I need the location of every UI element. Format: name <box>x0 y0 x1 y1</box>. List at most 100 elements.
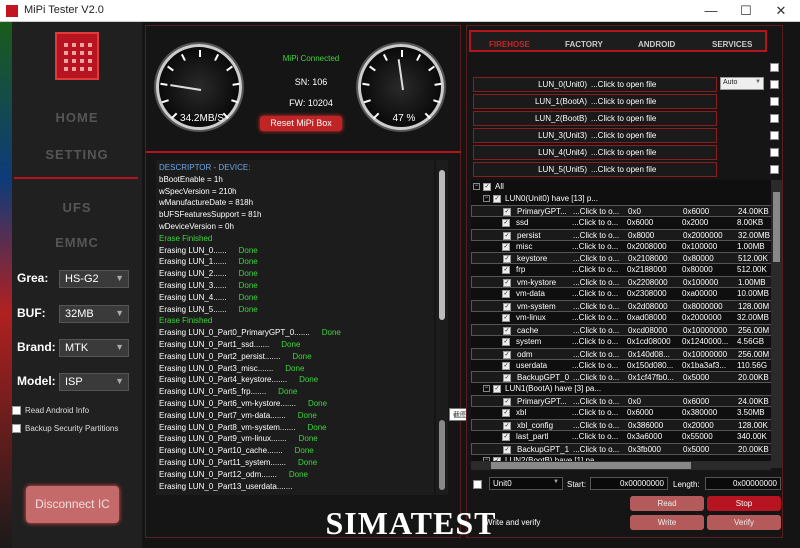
log-scroll-thumb[interactable] <box>439 170 445 320</box>
partition-row[interactable]: ✓ BackupGPT_1 ...Click to o... 0x3fb000 0x50… <box>471 442 772 455</box>
buf-select[interactable]: 32MB ▼ <box>59 305 129 323</box>
tree-checkbox[interactable]: ✓ <box>493 194 501 203</box>
partition-checkbox[interactable]: ✓ <box>503 279 511 288</box>
partition-row[interactable]: ✓ vm-data ...Click to o... 0x2308000 0xa0000… <box>471 288 772 300</box>
partition-row[interactable]: ✓ xbl_config ...Click to o... 0x386000 0x200… <box>471 419 772 431</box>
read-button[interactable]: Read <box>630 496 704 511</box>
reset-mipi-box-button[interactable]: Reset MiPi Box <box>260 116 342 131</box>
log-scroll-thumb-lower[interactable] <box>439 420 445 490</box>
partition-checkbox[interactable]: ✓ <box>503 398 511 407</box>
nav-home[interactable]: HOME <box>12 110 142 125</box>
partition-checkbox[interactable]: ✓ <box>503 303 511 311</box>
partition-row[interactable]: ✓ PrimaryGPT... ...Click to o... 0x0 0x6000 2… <box>471 204 772 217</box>
partition-checkbox[interactable]: ✓ <box>502 337 510 346</box>
partition-checkbox[interactable]: ✓ <box>503 326 511 335</box>
auto-select[interactable]: Auto ▼ <box>720 77 764 90</box>
partition-checkbox[interactable]: ✓ <box>503 207 511 216</box>
partition-checkbox[interactable]: ✓ <box>502 313 510 322</box>
tree-hscroll-thumb[interactable] <box>491 462 691 469</box>
lun-checkbox[interactable] <box>770 80 779 89</box>
model-select[interactable]: ISP ▼ <box>59 373 129 391</box>
minimize-button[interactable]: — <box>700 2 722 20</box>
partition-checkbox[interactable]: ✓ <box>503 422 511 430</box>
partition-checkbox[interactable]: ✓ <box>502 266 510 275</box>
lun-file-path[interactable]: ...Click to open file <box>587 146 656 159</box>
collapse-icon[interactable]: − <box>473 183 480 190</box>
lun-file-path[interactable]: ...Click to open file <box>587 163 656 176</box>
lun-file-path[interactable]: ...Click to open file <box>587 95 656 108</box>
bottom-checkbox[interactable] <box>473 480 482 489</box>
partition-file[interactable]: ...Click to o... <box>573 350 619 359</box>
partition-checkbox[interactable]: ✓ <box>502 218 510 227</box>
tree-vscroll-thumb[interactable] <box>773 192 780 262</box>
log-scrollbar[interactable] <box>436 160 448 495</box>
disconnect-ic-button[interactable]: Disconnect IC <box>26 486 119 523</box>
partition-file[interactable]: ...Click to o... <box>573 445 619 454</box>
partition-file[interactable]: ...Click to o... <box>572 337 618 346</box>
length-field[interactable]: 0x00000000 <box>705 477 781 490</box>
lun-checkbox[interactable] <box>770 131 779 140</box>
backup-security-checkbox[interactable] <box>12 424 21 434</box>
partition-row[interactable]: ✓ odm ...Click to o... 0x140d08... 0x1000000… <box>471 347 772 360</box>
partition-file[interactable]: ...Click to o... <box>572 432 618 441</box>
partition-checkbox[interactable]: ✓ <box>503 374 511 383</box>
partition-row[interactable]: ✓ last_partl ...Click to o... 0x3a6000 0x550… <box>471 431 772 443</box>
partition-file[interactable]: ...Click to o... <box>573 231 619 240</box>
collapse-icon[interactable]: − <box>483 385 490 393</box>
tab-factory[interactable]: FACTORY <box>565 40 603 49</box>
select-all-luns-checkbox[interactable] <box>770 63 779 72</box>
partition-row[interactable]: ✓ ssd ...Click to o... 0x6000 0x2000 8.00KB <box>471 217 772 229</box>
tree-node-lun0[interactable]: − ✓ LUN0(Unit0) have [13] p... <box>471 193 772 205</box>
partition-checkbox[interactable]: ✓ <box>502 409 510 418</box>
partition-checkbox[interactable]: ✓ <box>502 432 510 441</box>
tree-vertical-scrollbar[interactable] <box>771 180 782 468</box>
partition-row[interactable]: ✓ vm-kystore ...Click to o... 0x2208000 0x10… <box>471 276 772 289</box>
partition-checkbox[interactable]: ✓ <box>503 255 511 264</box>
brand-select[interactable]: MTK ▼ <box>59 339 129 357</box>
partition-file[interactable]: ...Click to o... <box>573 302 619 311</box>
partition-row[interactable]: ✓ xbl ...Click to o... 0x6000 0x380000 3.50MB <box>471 407 772 419</box>
partition-row[interactable]: ✓ misc ...Click to o... 0x2008000 0x100000 1.… <box>471 241 772 253</box>
partition-checkbox[interactable]: ✓ <box>502 361 510 370</box>
partition-row[interactable]: ✓ vm-system ...Click to o... 0x2d08000 0x800… <box>471 300 772 312</box>
partition-file[interactable]: ...Click to o... <box>572 242 618 251</box>
tree-node-lun1[interactable]: − ✓ LUN1(BootA) have [3] pa... <box>471 383 772 395</box>
partition-row[interactable]: ✓ vm-linux ...Click to o... 0xad08000 0x2000… <box>471 312 772 324</box>
partition-file[interactable]: ...Click to o... <box>573 397 619 406</box>
start-field[interactable]: 0x00000000 <box>590 477 668 490</box>
partition-checkbox[interactable]: ✓ <box>503 350 511 359</box>
partition-file[interactable]: ...Click to o... <box>573 326 619 335</box>
partition-row[interactable]: ✓ PrimaryGPT... ...Click to o... 0x0 0x6000 2… <box>471 395 772 408</box>
stop-button[interactable]: Stop <box>707 496 781 511</box>
lun-file-path[interactable]: ...Click to open file <box>587 112 656 125</box>
partition-file[interactable]: ...Click to o... <box>573 421 619 430</box>
grea-select[interactable]: HS-G2 ▼ <box>59 270 129 288</box>
read-android-info-checkbox[interactable] <box>12 406 21 416</box>
partition-row[interactable]: ✓ BackupGPT_0 ...Click to o... 0x1cf47fb0..… <box>471 371 772 384</box>
lun-file-path[interactable]: ...Click to open file <box>587 129 656 142</box>
lun-file-row[interactable]: LUN_2(BootB) ...Click to open file <box>473 111 717 126</box>
tree-checkbox[interactable]: ✓ <box>483 183 491 191</box>
partition-file[interactable]: ...Click to o... <box>572 408 618 417</box>
lun-file-path[interactable]: ...Click to open file <box>587 78 656 91</box>
partition-row[interactable]: ✓ keystore ...Click to o... 0x2108000 0x8000… <box>471 252 772 265</box>
tab-services[interactable]: SERVICES <box>712 40 752 49</box>
partition-file[interactable]: ...Click to o... <box>573 278 619 287</box>
lun-file-row[interactable]: LUN_1(BootA) ...Click to open file <box>473 94 717 109</box>
tree-node-all[interactable]: − ✓ All <box>471 181 772 193</box>
lun-checkbox[interactable] <box>770 148 779 157</box>
lun-checkbox[interactable] <box>770 97 779 106</box>
lun-checkbox[interactable] <box>770 114 779 123</box>
lun-file-row[interactable]: LUN_5(Unit5) ...Click to open file <box>473 162 717 177</box>
partition-row[interactable]: ✓ persist ...Click to o... 0x8000 0x2000000 3… <box>471 228 772 241</box>
partition-file[interactable]: ...Click to o... <box>573 207 619 216</box>
partition-row[interactable]: ✓ cache ...Click to o... 0xcd08000 0x1000000… <box>471 323 772 336</box>
lun-checkbox[interactable] <box>770 165 779 174</box>
partition-file[interactable]: ...Click to o... <box>572 361 618 370</box>
unit-select[interactable]: Unit0 ▼ <box>489 477 563 490</box>
partition-checkbox[interactable]: ✓ <box>502 242 510 251</box>
partition-file[interactable]: ...Click to o... <box>572 218 618 227</box>
nav-setting[interactable]: SETTING <box>12 147 142 162</box>
partition-file[interactable]: ...Click to o... <box>572 289 618 298</box>
partition-file[interactable]: ...Click to o... <box>572 265 618 274</box>
